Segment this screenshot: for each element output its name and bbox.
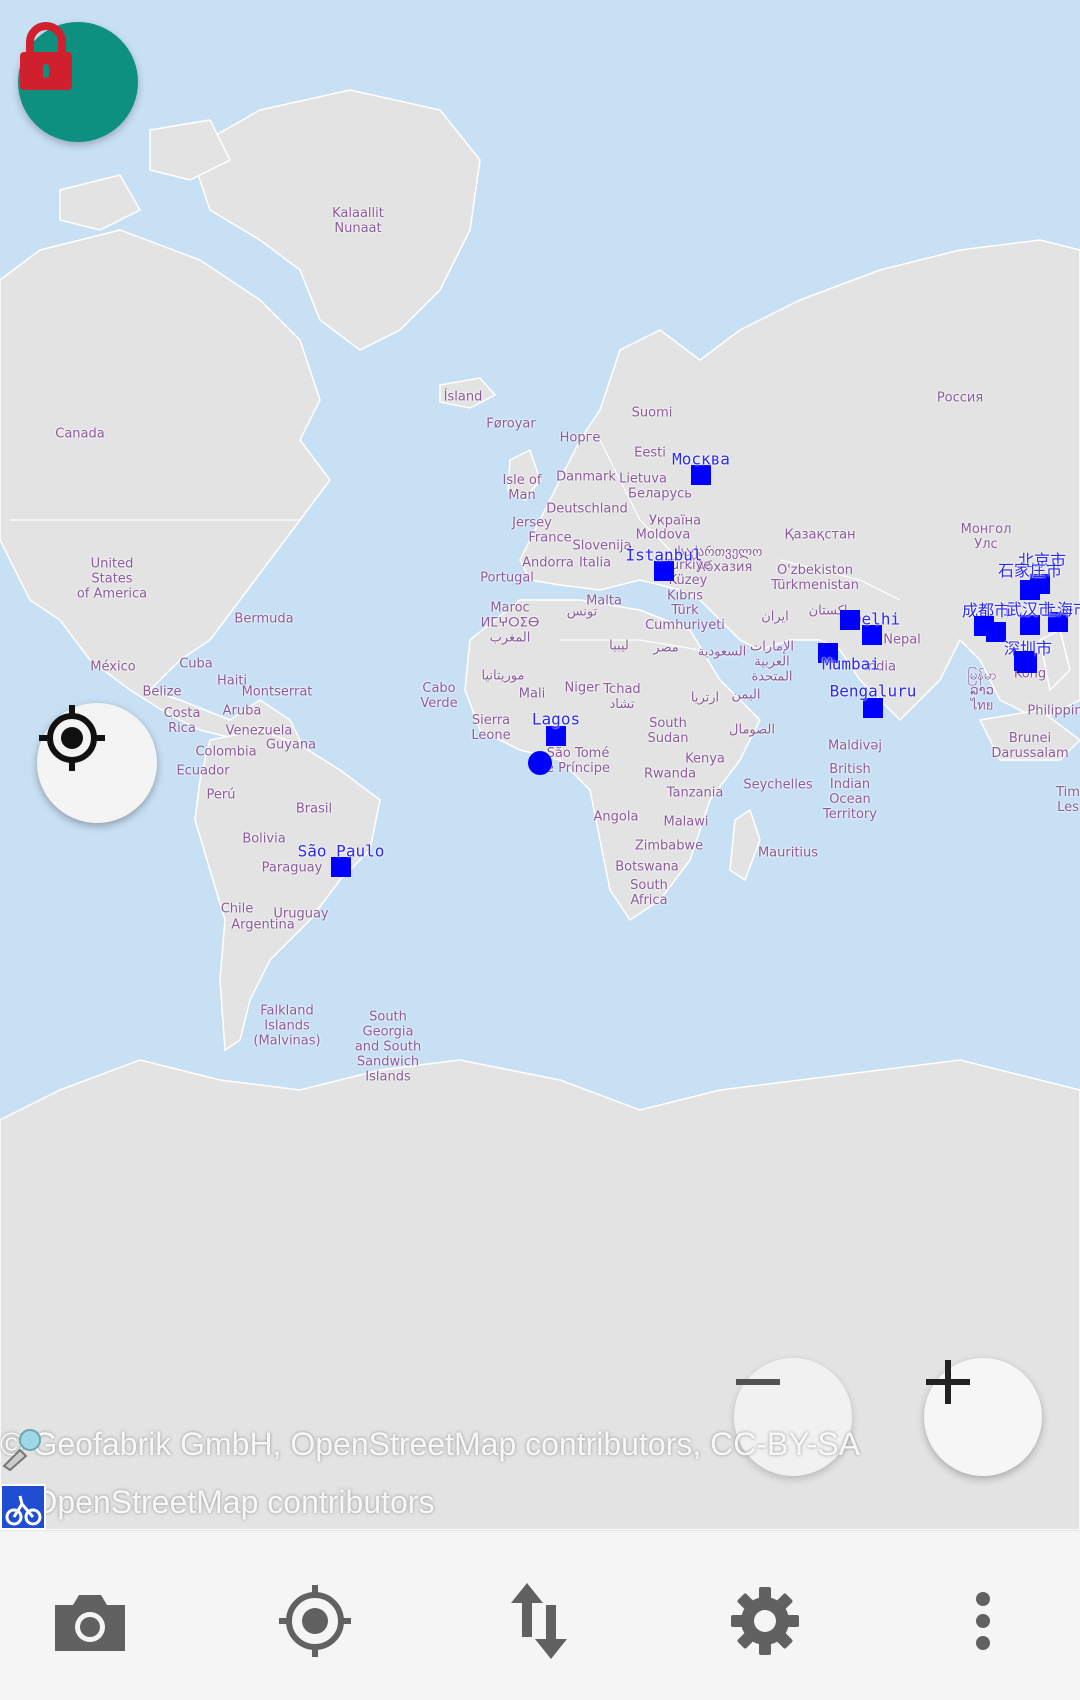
more-options-button[interactable] — [933, 1571, 1033, 1671]
city-marker[interactable] — [863, 698, 883, 718]
sort-arrows-button[interactable] — [489, 1571, 589, 1671]
bottom-toolbar — [0, 1530, 1080, 1700]
map-view[interactable]: Kalaallit Nunaat Ísland Canada Føroyar Suomi… — [0, 0, 1080, 1530]
city-marker[interactable] — [818, 643, 838, 663]
camera-button[interactable] — [40, 1571, 140, 1671]
poi-marker[interactable] — [1014, 651, 1034, 671]
camera-icon — [55, 1595, 125, 1651]
city-marker[interactable] — [862, 625, 882, 645]
lock-icon — [20, 22, 72, 90]
map-tiles-icon — [2, 1429, 41, 1472]
more-vertical-icon — [976, 1592, 990, 1650]
city-marker[interactable] — [546, 726, 566, 746]
locate-me-button[interactable] — [37, 703, 157, 823]
crosshair-icon — [39, 705, 105, 771]
city-marker[interactable] — [1048, 612, 1068, 632]
bicycle-sign-icon — [0, 1484, 46, 1530]
plus-icon — [926, 1360, 970, 1404]
attribution-line-1: © Geofabrik GmbH, OpenStreetMap contribu… — [0, 1426, 861, 1472]
attribution-text-2: © OpenStreetMap contributors — [0, 1484, 435, 1520]
gps-target-button[interactable] — [265, 1571, 365, 1671]
attribution-line-2: © OpenStreetMap contributors — [0, 1484, 435, 1530]
poi-marker[interactable] — [840, 610, 860, 630]
gps-target-icon — [279, 1585, 351, 1657]
current-location-dot — [528, 751, 552, 775]
settings-gear-icon — [731, 1587, 799, 1655]
sort-arrows-icon — [511, 1583, 567, 1659]
minus-icon — [736, 1379, 780, 1385]
zoom-in-button[interactable] — [924, 1358, 1042, 1476]
poi-marker[interactable] — [974, 616, 994, 636]
city-marker[interactable] — [331, 857, 351, 877]
city-marker[interactable] — [1020, 580, 1040, 600]
city-marker[interactable] — [1020, 615, 1040, 635]
attribution-text-1: © Geofabrik GmbH, OpenStreetMap contribu… — [0, 1426, 861, 1462]
settings-button[interactable] — [715, 1571, 815, 1671]
city-marker[interactable] — [691, 465, 711, 485]
city-marker[interactable] — [654, 561, 674, 581]
lock-button[interactable] — [18, 22, 138, 142]
